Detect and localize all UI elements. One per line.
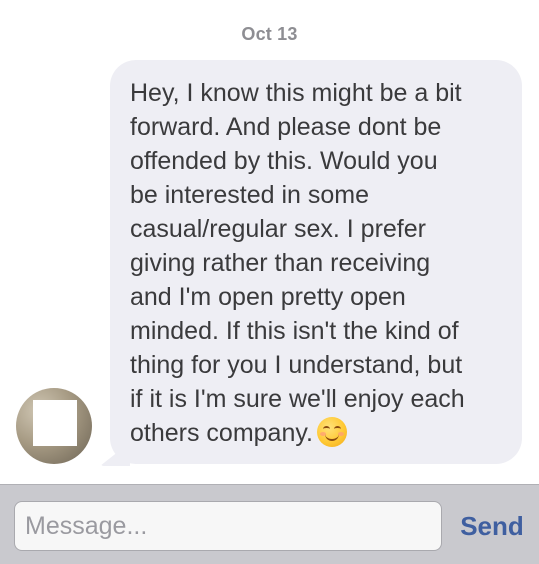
chat-screen: Oct 13 Hey, I know this might be a bit f… xyxy=(0,0,539,564)
message-line: forward. And please dont be xyxy=(130,113,442,141)
date-label: Oct 13 xyxy=(241,24,298,44)
message-line: if it is I'm sure we'll enjoy each xyxy=(130,385,465,413)
message-line: casual/regular sex. I prefer xyxy=(130,215,426,243)
message-line: giving rather than receiving xyxy=(130,249,431,277)
message-bubble[interactable]: Hey, I know this might be a bit forward.… xyxy=(110,60,522,464)
message-line: minded. If this isn't the kind of xyxy=(130,317,459,345)
smiling-face-icon xyxy=(316,417,347,447)
message-line-last: others company. xyxy=(130,416,500,450)
message-line: offended by this. Would you xyxy=(130,147,438,175)
message-line: thing for you I understand, but xyxy=(130,351,463,379)
send-button[interactable]: Send xyxy=(452,501,532,551)
message-line: Hey, I know this might be a bit xyxy=(130,79,462,107)
message-text: Hey, I know this might be a bit forward.… xyxy=(130,76,500,450)
message-input[interactable] xyxy=(14,501,442,551)
message-line: be interested in some xyxy=(130,181,370,209)
avatar[interactable] xyxy=(16,388,92,464)
message-line: and I'm open pretty open xyxy=(130,283,406,311)
avatar-redaction xyxy=(33,400,77,446)
message-composer-bar: Send xyxy=(0,484,539,564)
message-line: others company. xyxy=(130,419,313,447)
